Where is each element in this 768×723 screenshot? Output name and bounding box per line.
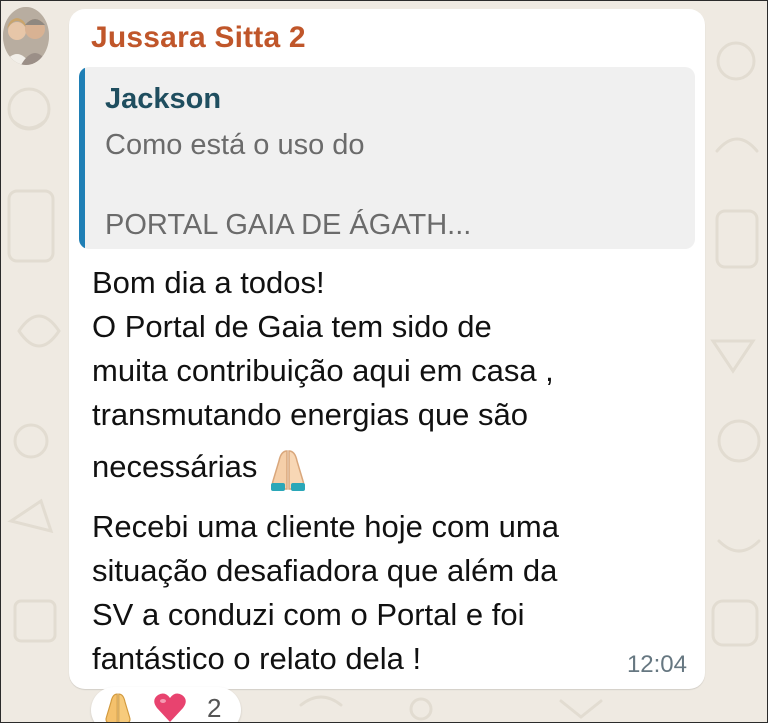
reactions-pill[interactable]: 2 (91, 687, 241, 723)
message-line-text: necessárias (92, 449, 258, 484)
avatar[interactable] (3, 7, 49, 65)
quote-text-line: PORTAL GAIA DE ÁGATH... (105, 209, 472, 241)
message-line: transmutando energias que são (92, 397, 529, 432)
message-line: muita contribuição aqui em casa , (92, 353, 554, 388)
folded-hands-icon (101, 691, 135, 722)
heart-icon (153, 691, 187, 722)
sender-name[interactable]: Jussara Sitta 2 (91, 21, 306, 55)
reaction-count: 2 (207, 693, 222, 723)
quote-text-line: Como está o uso do (105, 129, 365, 161)
message-line: fantástico o relato dela ! (92, 641, 422, 676)
message-line: Bom dia a todos! (92, 265, 325, 300)
message-bubble[interactable]: Jussara Sitta 2 Jackson Como está o uso … (69, 9, 705, 689)
quote-accent-bar (79, 67, 85, 249)
folded-hands-icon (267, 447, 309, 491)
message-timestamp: 12:04 (626, 651, 687, 678)
message-line-with-emoji: necessárias (92, 445, 309, 491)
quote-author: Jackson (105, 83, 222, 115)
message-line: situação desafiadora que além da (92, 553, 558, 588)
message-line: Recebi uma cliente hoje com uma (92, 509, 559, 544)
message-line: O Portal de Gaia tem sido de (92, 309, 492, 344)
quoted-message[interactable]: Jackson Como está o uso do PORTAL GAIA D… (79, 67, 695, 249)
chat-frame: Jussara Sitta 2 Jackson Como está o uso … (0, 0, 768, 723)
message-line: SV a conduzi com o Portal e foi (92, 597, 525, 632)
